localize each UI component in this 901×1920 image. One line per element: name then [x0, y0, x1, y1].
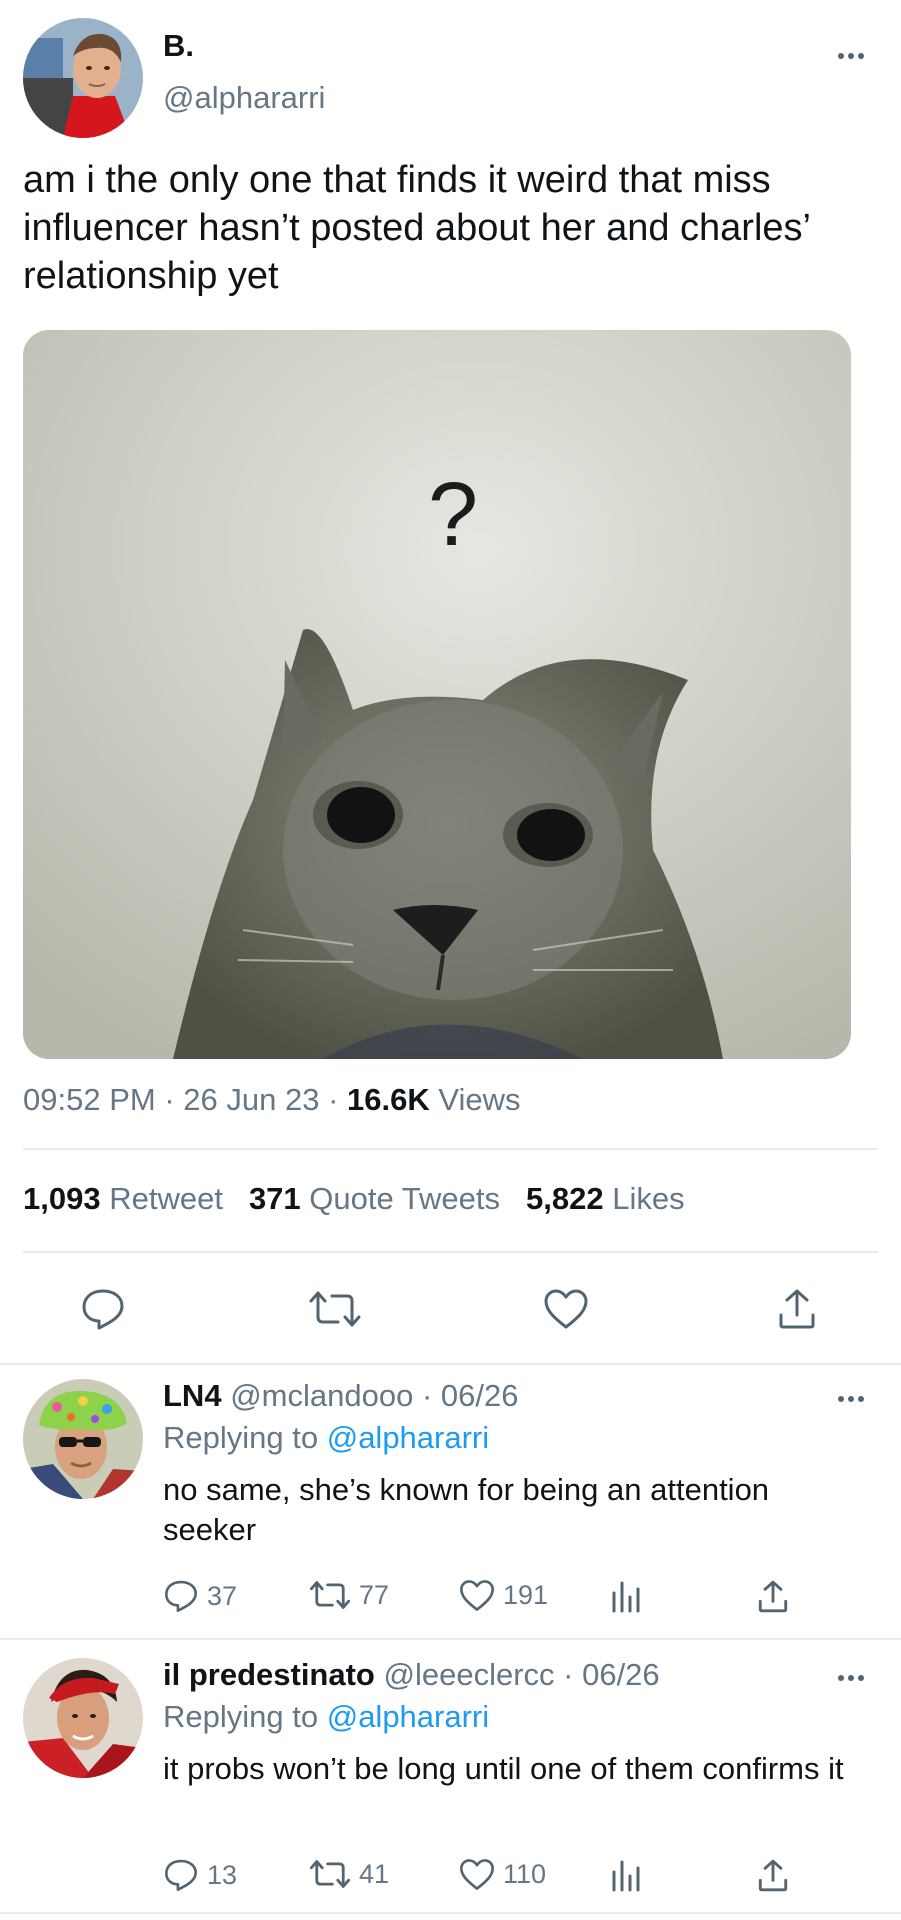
reply-like-button[interactable]: 110 — [459, 1858, 546, 1891]
reply-analytics-button[interactable] — [610, 1579, 642, 1613]
tweet-date: 26 Jun 23 — [183, 1082, 320, 1117]
reply-retweet-button[interactable]: 41 — [309, 1858, 389, 1890]
replying-to: Replying to @alphararri — [163, 1420, 490, 1455]
bar-chart-icon — [612, 1860, 640, 1892]
divider — [23, 1148, 878, 1150]
retweet-icon — [309, 1860, 351, 1888]
reply-author-handle[interactable]: @mclandooo — [230, 1378, 413, 1413]
author-avatar[interactable] — [23, 18, 143, 138]
divider — [23, 1251, 878, 1253]
retweets-stat[interactable]: 1,093 Retweet — [23, 1181, 223, 1216]
divider — [0, 1912, 901, 1914]
divider — [0, 1363, 901, 1365]
quotes-stat[interactable]: 371 Quote Tweets — [249, 1181, 500, 1216]
share-icon[interactable] — [777, 1287, 817, 1331]
retweet-icon — [309, 1581, 351, 1609]
likes-stat[interactable]: 5,822 Likes — [526, 1181, 685, 1216]
bar-chart-icon — [612, 1581, 640, 1613]
reply-share-button[interactable] — [757, 1858, 789, 1893]
tweet-media-image[interactable]: ? — [23, 330, 851, 1059]
like-icon — [460, 1859, 494, 1890]
more-options-icon[interactable] — [838, 1396, 864, 1402]
reply-retweet-count: 77 — [359, 1579, 390, 1610]
tweet-meta: 09:52 PM · 26 Jun 23 · 16.6K Views — [23, 1082, 521, 1118]
meta-separator: · — [328, 1082, 339, 1117]
tweet-stats: 1,093 Retweet 371 Quote Tweets 5,822 Likes — [23, 1181, 685, 1217]
reply-action-bar: 37 77 191 — [163, 1579, 803, 1619]
reply-text: no same, she’s known for being an attent… — [163, 1472, 770, 1547]
reply-header: LN4 @mclandooo · 06/26 — [163, 1378, 518, 1414]
meta-separator: · — [164, 1082, 175, 1117]
reply-icon[interactable] — [80, 1287, 126, 1331]
reply-comment-button[interactable]: 13 — [163, 1858, 237, 1892]
reply-share-button[interactable] — [757, 1579, 789, 1614]
reply-retweet-button[interactable]: 77 — [309, 1579, 389, 1611]
reply-like-count: 110 — [503, 1859, 547, 1889]
reply-avatar[interactable] — [23, 1379, 143, 1499]
reply-action-bar: 13 41 110 — [163, 1858, 803, 1898]
reply-icon — [165, 1580, 197, 1612]
reply-comment-button[interactable]: 37 — [163, 1579, 237, 1613]
retweet-icon[interactable] — [308, 1289, 362, 1329]
more-options-icon[interactable] — [838, 53, 864, 59]
reply-author-name[interactable]: il predestinato — [163, 1657, 375, 1692]
share-icon — [758, 1859, 788, 1892]
reply-author-handle[interactable]: @leeeclercc — [384, 1657, 555, 1692]
reply-icon — [165, 1859, 197, 1891]
reply-date: · 06/26 — [563, 1657, 660, 1692]
like-icon — [460, 1580, 494, 1611]
reply-author-name[interactable]: LN4 — [163, 1378, 222, 1413]
share-icon — [758, 1580, 788, 1613]
reply-header: il predestinato @leeeclercc · 06/26 — [163, 1657, 660, 1693]
views-label: Views — [438, 1082, 521, 1117]
author-handle[interactable]: @alphararri — [163, 80, 325, 116]
replying-to-link[interactable]: @alphararri — [327, 1420, 489, 1455]
reply-date: · 06/26 — [421, 1378, 519, 1413]
author-name[interactable]: B. — [163, 28, 194, 64]
reply-like-count: 191 — [503, 1580, 549, 1610]
reply-comment-count: 37 — [207, 1580, 238, 1611]
reply-retweet-count: 41 — [359, 1858, 390, 1889]
like-icon[interactable] — [543, 1288, 589, 1330]
replying-to-link[interactable]: @alphararri — [327, 1699, 489, 1734]
divider — [0, 1638, 901, 1640]
media-question-mark: ? — [428, 465, 478, 565]
reply-analytics-button[interactable] — [610, 1858, 642, 1892]
reply-avatar[interactable] — [23, 1658, 143, 1778]
reply-like-button[interactable]: 191 — [459, 1579, 548, 1612]
reply-text: it probs won’t be long until one of them… — [163, 1751, 844, 1786]
replying-to: Replying to @alphararri — [163, 1699, 490, 1734]
more-options-icon[interactable] — [838, 1675, 864, 1681]
reply-comment-count: 13 — [207, 1859, 238, 1890]
tweet-time: 09:52 PM — [23, 1082, 156, 1117]
tweet-text: am i the only one that finds it weird th… — [23, 159, 810, 297]
views-count: 16.6K — [347, 1082, 430, 1117]
